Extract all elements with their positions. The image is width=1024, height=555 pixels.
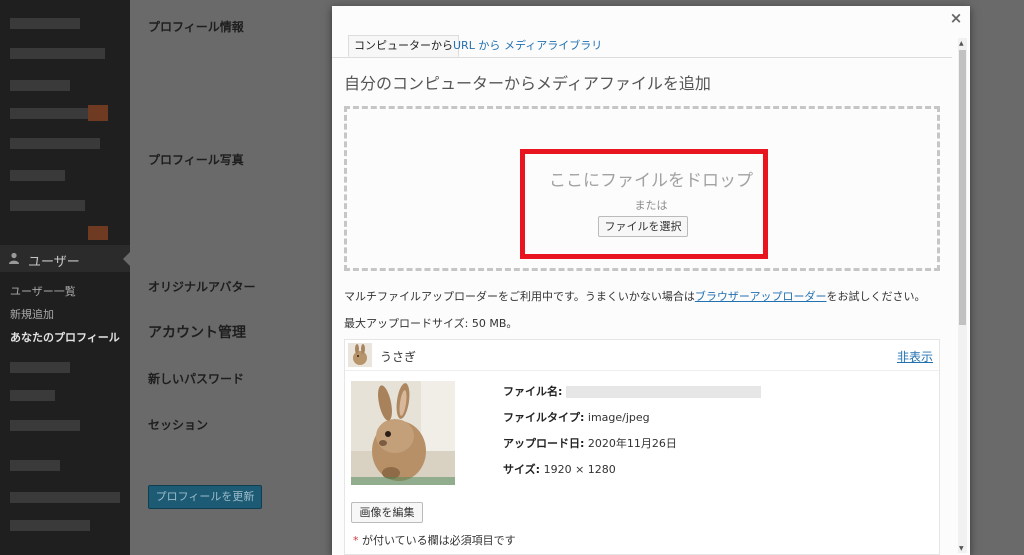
update-profile-button[interactable]: プロフィールを更新 xyxy=(148,485,262,509)
blurred-badge xyxy=(88,105,108,121)
file-name-row: ファイル名: xyxy=(503,383,762,409)
edit-image-button[interactable]: 画像を編集 xyxy=(351,502,423,523)
blurred-menu-item xyxy=(10,170,65,181)
blurred-menu-item xyxy=(10,520,90,531)
rabbit-photo-icon xyxy=(351,381,455,485)
upload-tab-bar: コンピューターから URL から メディアライブラリ xyxy=(332,30,952,58)
scrollbar-thumb[interactable] xyxy=(959,50,966,325)
media-item-title: うさぎ xyxy=(380,350,417,364)
scroll-down-icon[interactable]: ▼ xyxy=(959,545,964,552)
uploaded-media-item: うさぎ 非表示 ファイル名: ファイルタイプ: image/jpeg アップロー… xyxy=(344,339,940,555)
dimensions-value: 1920 × 1280 xyxy=(543,463,616,476)
modal-scrollbar[interactable]: ▲ ▼ xyxy=(958,38,967,553)
media-thumbnail-small xyxy=(348,343,372,367)
user-icon xyxy=(9,252,19,264)
required-fields-note: * が付いている欄は必須項目です xyxy=(353,532,516,548)
blurred-menu-item xyxy=(10,420,80,431)
red-highlight-annotation xyxy=(520,149,768,259)
sidebar-item-users[interactable]: ユーザー xyxy=(0,245,130,272)
current-menu-arrow-icon xyxy=(123,252,130,266)
sidebar-item-users-label: ユーザー xyxy=(28,255,80,270)
uploader-note: マルチファイルアップローダーをご利用中です。うまくいかない場合はブラウザーアップ… xyxy=(344,288,925,304)
media-thumbnail-large xyxy=(351,381,455,485)
file-name-label: ファイル名: xyxy=(503,385,563,398)
blurred-menu-item xyxy=(10,460,60,471)
upload-date-value: 2020年11月26日 xyxy=(587,437,677,450)
session-label: セッション xyxy=(148,418,209,432)
new-password-label: 新しいパスワード xyxy=(148,372,245,386)
max-upload-size: 最大アップロードサイズ: 50 MB。 xyxy=(344,317,518,330)
upload-date-label: アップロード日: xyxy=(503,437,585,450)
blurred-menu-item xyxy=(10,362,70,373)
original-avatar-label: オリジナルアバター xyxy=(148,280,256,294)
media-upload-modal: × コンピューターから URL から メディアライブラリ 自分のコンピューターか… xyxy=(332,6,970,555)
uploader-note-tail: をお試しください。 xyxy=(826,290,926,303)
browser-uploader-link[interactable]: ブラウザーアップローダー xyxy=(695,290,827,303)
submenu-add-new[interactable]: 新規追加 xyxy=(10,306,54,322)
rabbit-thumbnail-icon xyxy=(348,343,372,367)
file-type-row: ファイルタイプ: image/jpeg xyxy=(503,409,761,435)
blurred-menu-item xyxy=(10,108,90,119)
tab-from-computer[interactable]: コンピューターから xyxy=(348,35,459,57)
blurred-menu-item xyxy=(10,138,100,149)
blurred-menu-item xyxy=(10,80,70,91)
dimensions-row: サイズ: 1920 × 1280 xyxy=(503,461,761,487)
uploader-note-text: マルチファイルアップローダーをご利用中です。うまくいかない場合は xyxy=(344,290,695,303)
media-metadata: ファイル名: ファイルタイプ: image/jpeg アップロード日: 2020… xyxy=(503,383,762,487)
dimensions-label: サイズ: xyxy=(503,463,541,476)
file-type-label: ファイルタイプ: xyxy=(503,411,585,424)
blurred-menu-item xyxy=(10,18,80,29)
profile-info-label: プロフィール情報 xyxy=(148,20,244,34)
admin-sidebar: ユーザー ユーザー一覧 新規追加 あなたのプロフィール xyxy=(0,0,130,555)
blurred-file-name xyxy=(566,386,762,398)
blurred-menu-item xyxy=(10,200,85,211)
submenu-your-profile[interactable]: あなたのプロフィール xyxy=(10,329,120,345)
blurred-menu-item xyxy=(10,48,105,59)
submenu-all-users[interactable]: ユーザー一覧 xyxy=(10,283,76,299)
tab-media-library[interactable]: メディアライブラリ xyxy=(499,36,607,56)
close-icon[interactable]: × xyxy=(948,10,964,26)
profile-photo-label: プロフィール写真 xyxy=(148,153,244,167)
file-type-value: image/jpeg xyxy=(587,411,650,424)
account-management-title: アカウント管理 xyxy=(148,325,246,341)
blurred-badge xyxy=(88,226,108,240)
tab-from-url[interactable]: URL から xyxy=(448,36,505,56)
scroll-up-icon[interactable]: ▲ xyxy=(959,40,964,47)
hide-details-link[interactable]: 非表示 xyxy=(897,348,933,365)
media-item-header: うさぎ 非表示 xyxy=(345,340,939,371)
upload-date-row: アップロード日: 2020年11月26日 xyxy=(503,435,761,461)
blurred-menu-item xyxy=(10,492,120,503)
upload-heading: 自分のコンピューターからメディアファイルを追加 xyxy=(344,74,711,93)
blurred-menu-item xyxy=(10,390,55,401)
required-note-text: が付いている欄は必須項目です xyxy=(358,534,516,547)
